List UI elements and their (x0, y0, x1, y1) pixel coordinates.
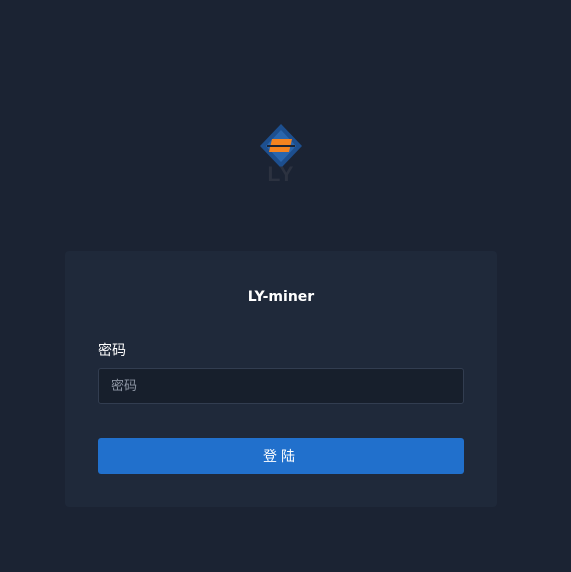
password-label: 密码 (98, 343, 126, 359)
login-button[interactable]: 登陆 (98, 438, 464, 474)
login-title: LY-miner (247, 289, 315, 305)
login-card: LY-miner 密码 登陆 (65, 251, 497, 507)
password-input[interactable] (98, 368, 464, 404)
app-logo: LY (258, 123, 304, 187)
logo-text: LY (267, 163, 295, 186)
